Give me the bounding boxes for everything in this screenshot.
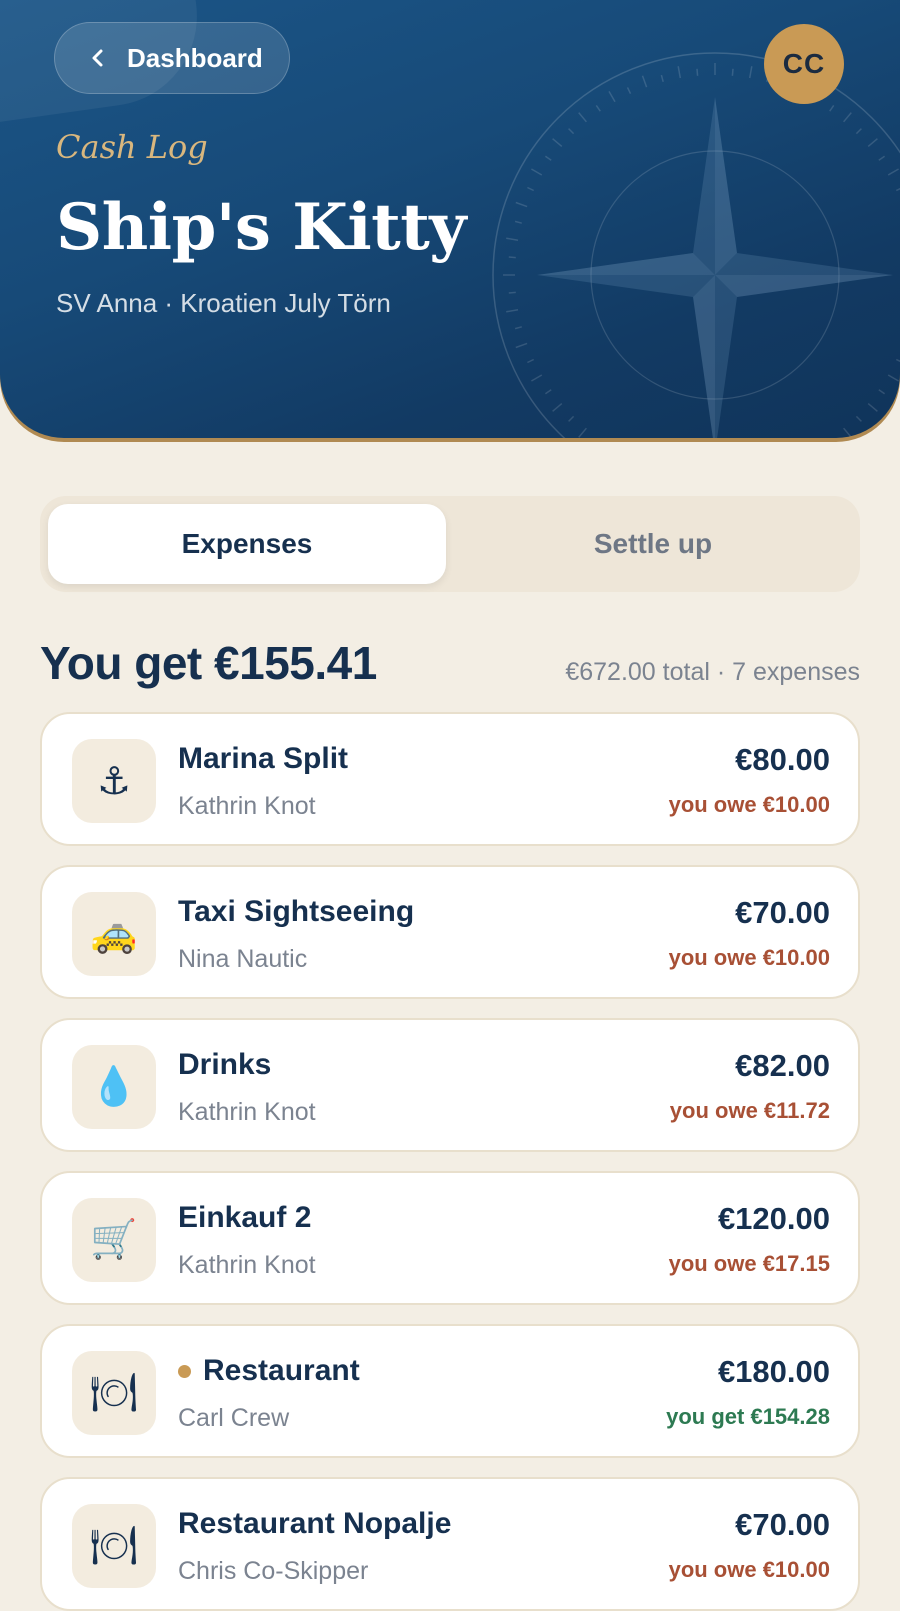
header: Dashboard CC Cash Log Ship's Kitty SV An… (0, 0, 900, 442)
anchor-icon: ⚓ (72, 739, 156, 823)
expense-totals: €672.00 total · 7 expenses (565, 658, 860, 686)
droplet-icon: 💧 (72, 1045, 156, 1129)
back-button-label: Dashboard (127, 42, 263, 73)
shopping-cart-icon: 🛒 (72, 1198, 156, 1282)
expense-payer: Kathrin Knot (178, 792, 316, 820)
page-kicker: Cash Log (56, 128, 208, 166)
expense-payer: Kathrin Knot (178, 1098, 316, 1126)
expense-amount: €80.00 (735, 742, 830, 777)
balance-summary: You get €155.41 (40, 637, 377, 689)
expense-share: you owe €11.72 (669, 1098, 830, 1123)
expense-share: you owe €17.15 (668, 1251, 830, 1276)
expense-name: Taxi Sightseeing (178, 895, 415, 928)
expense-card[interactable]: 🛒 Einkauf 2 Kathrin Knot €120.00 you owe €17… (40, 1171, 860, 1305)
expense-share: you owe €10.00 (668, 945, 830, 970)
expense-name: Marina Split (178, 742, 349, 775)
expense-payer: Kathrin Knot (178, 1251, 316, 1279)
expense-name: Restaurant Nopalje (178, 1507, 452, 1540)
expense-title-row: Marina Split (178, 742, 348, 776)
expense-card[interactable]: ⚓ Marina Split Kathrin Knot €80.00 you owe €… (40, 712, 860, 846)
compass-rose-icon (492, 52, 900, 438)
unread-dot-icon (178, 1364, 191, 1378)
view-tabs: Expenses Settle up (40, 496, 860, 592)
expense-amount: €70.00 (735, 1507, 830, 1542)
expense-title-row: Taxi Sightseeing (178, 895, 414, 929)
dashboard-back-button[interactable]: Dashboard (54, 22, 290, 94)
taxi-icon: 🚕 (72, 892, 156, 976)
expense-share: you owe €10.00 (668, 792, 830, 817)
plate-cutlery-icon: 🍽 (72, 1351, 156, 1435)
expense-title-row: Drinks (178, 1048, 271, 1082)
user-avatar[interactable]: CC (764, 24, 844, 104)
expense-name: Drinks (178, 1048, 272, 1081)
expense-title-row: Einkauf 2 (178, 1201, 311, 1235)
chevron-left-icon (92, 49, 103, 67)
expense-name: Einkauf 2 (178, 1201, 312, 1234)
expense-name: Restaurant (203, 1354, 360, 1387)
expense-card[interactable]: 🚕 Taxi Sightseeing Nina Nautic €70.00 you ow… (40, 865, 860, 999)
tab-settle-up[interactable]: Settle up (454, 504, 852, 584)
expense-card[interactable]: 🍽 Restaurant Carl Crew €180.00 you get €154.… (40, 1324, 860, 1458)
expense-payer: Nina Nautic (178, 945, 308, 973)
expense-title-row: Restaurant Nopalje (178, 1507, 451, 1541)
expense-share: you owe €10.00 (668, 1557, 830, 1582)
expense-amount: €70.00 (735, 895, 830, 930)
expense-amount: €180.00 (717, 1354, 830, 1389)
expense-card[interactable]: 🍽 Restaurant Nopalje Chris Co-Skipper €70.0… (40, 1477, 860, 1611)
tab-expenses[interactable]: Expenses (48, 504, 446, 584)
expense-share: you get €154.28 (666, 1404, 830, 1429)
expense-payer: Chris Co-Skipper (178, 1557, 369, 1585)
expense-amount: €82.00 (735, 1048, 830, 1083)
header-background: Dashboard CC Cash Log Ship's Kitty SV An… (0, 0, 900, 438)
expense-card[interactable]: 💧 Drinks Kathrin Knot €82.00 you owe €11.72 (40, 1018, 860, 1152)
page-title: Ship's Kitty (56, 190, 466, 265)
expense-payer: Carl Crew (178, 1404, 290, 1432)
expense-amount: €120.00 (717, 1201, 830, 1236)
expense-title-row: Restaurant (178, 1354, 360, 1388)
trip-subtitle: SV Anna · Kroatien July Törn (56, 288, 391, 318)
plate-cutlery-icon: 🍽 (72, 1504, 156, 1588)
